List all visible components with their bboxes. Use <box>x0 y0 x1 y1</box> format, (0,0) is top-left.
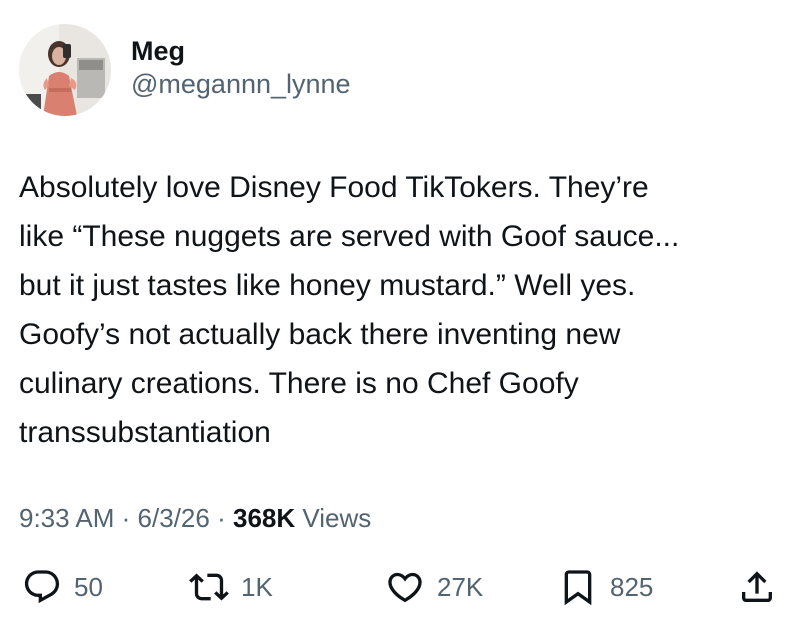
views-count: 368K <box>232 503 296 533</box>
reply-icon <box>22 567 62 607</box>
like-count: 27K <box>437 571 484 602</box>
share-button[interactable] <box>737 563 777 611</box>
tweet-header: Meg @megannn_lynne <box>19 24 351 116</box>
reply-button[interactable]: 50 <box>22 563 103 611</box>
heart-icon <box>385 567 425 607</box>
views-label: Views <box>302 503 372 533</box>
share-icon <box>737 567 777 607</box>
reply-count: 50 <box>74 571 103 602</box>
tweet-card: Meg @megannn_lynne Absolutely love Disne… <box>0 0 800 637</box>
tweet-time[interactable]: 9:33 AM <box>19 503 114 533</box>
action-bar: 50 1K 27K 825 <box>0 563 800 611</box>
retweet-count: 1K <box>241 571 273 602</box>
bookmark-icon <box>558 567 598 607</box>
tweet-text: Absolutely love Disney Food TikTokers. T… <box>19 171 680 449</box>
meta-separator: · <box>217 503 226 533</box>
retweet-icon <box>189 567 229 607</box>
user-handle[interactable]: @megannn_lynne <box>131 67 351 101</box>
avatar-image <box>19 24 111 116</box>
meta-separator: · <box>121 503 131 533</box>
tweet-date[interactable]: 6/3/26 <box>138 503 210 533</box>
avatar[interactable] <box>19 24 111 116</box>
author-names: Meg @megannn_lynne <box>131 35 351 101</box>
display-name[interactable]: Meg <box>131 35 351 67</box>
bookmark-count: 825 <box>610 571 654 602</box>
retweet-button[interactable]: 1K <box>189 563 273 611</box>
like-button[interactable]: 27K <box>385 563 483 611</box>
tweet-meta: 9:33 AM · 6/3/26 · 368K Views <box>19 498 371 538</box>
bookmark-button[interactable]: 825 <box>558 563 653 611</box>
